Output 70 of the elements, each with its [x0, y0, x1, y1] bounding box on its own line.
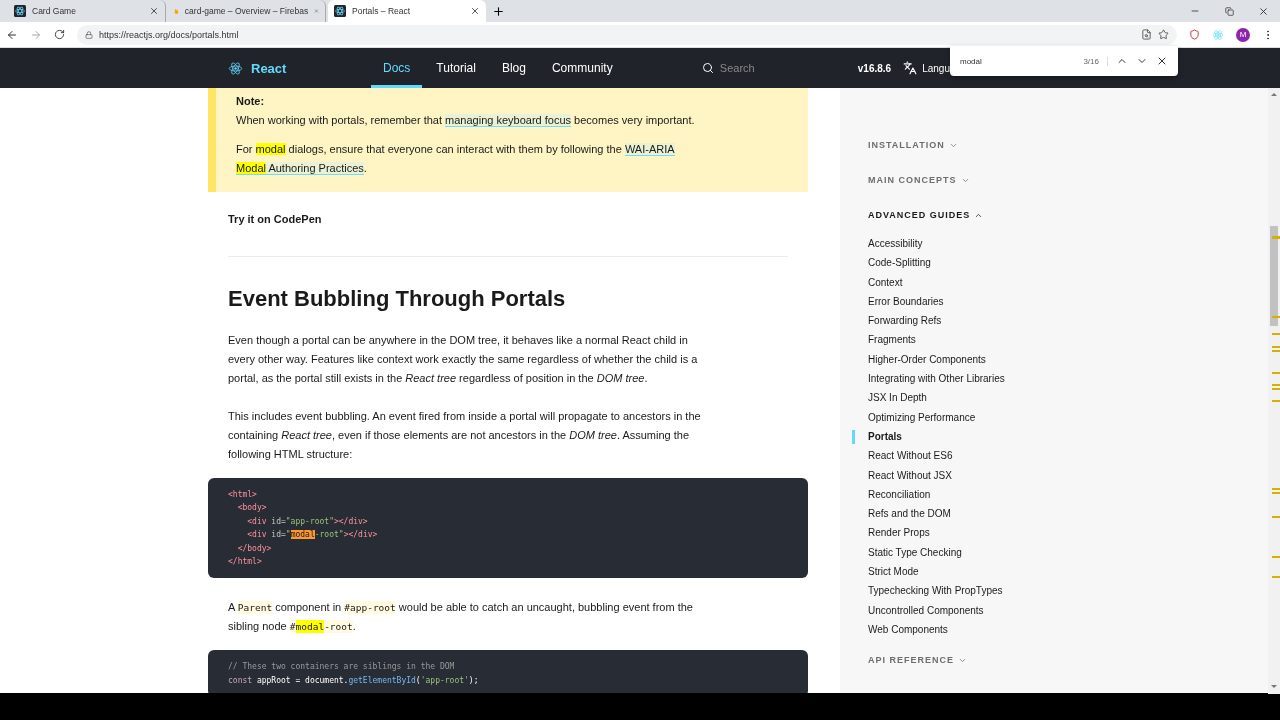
sidebar-item[interactable]: Fragments [868, 330, 916, 350]
close-icon[interactable] [1257, 5, 1269, 17]
find-icon[interactable] [1141, 29, 1152, 40]
search-icon [701, 62, 714, 74]
sidebar-item[interactable]: Refs and the DOM [868, 504, 951, 524]
close-icon[interactable] [149, 6, 159, 16]
text-link[interactable]: Modal [236, 162, 266, 175]
sidebar-section[interactable]: ADVANCED GUIDES [868, 208, 984, 222]
sidebar-item[interactable]: Accessibility [868, 234, 923, 254]
profile-avatar[interactable]: M [1236, 27, 1250, 42]
sidebar-section[interactable]: MAIN CONCEPTS [868, 173, 970, 187]
scrollbar[interactable] [1268, 88, 1280, 694]
sidebar-item[interactable]: Code-Splitting [868, 253, 931, 273]
section-heading: Event Bubbling Through Portals [228, 285, 567, 313]
sidebar-item[interactable]: Web Components [868, 619, 948, 640]
translate-icon[interactable] [903, 61, 918, 75]
nav-link[interactable]: Community [539, 48, 625, 88]
version-label[interactable]: v16.8.6 [857, 62, 892, 74]
sidebar-item[interactable]: React Without JSX [868, 465, 952, 485]
close-icon[interactable] [1156, 55, 1168, 67]
sidebar-item[interactable]: React Without ES6 [868, 446, 953, 466]
nav-link[interactable]: Blog [489, 48, 538, 88]
atom-icon [1212, 28, 1224, 41]
sidebar-section[interactable]: INSTALLATION [868, 138, 958, 152]
atom-icon [334, 5, 346, 17]
find-field[interactable]: modal [960, 56, 1076, 66]
sidebar-item[interactable]: Strict Mode [868, 562, 919, 582]
sidebar-section[interactable]: API REFERENCE [868, 653, 967, 668]
sidebar-item[interactable]: Integrating with Other Libraries [868, 369, 1005, 389]
lock-icon [85, 30, 93, 39]
react-logo-icon [228, 60, 243, 76]
sidebar-item[interactable]: Context [868, 272, 903, 292]
sidebar-item[interactable]: Forwarding Refs [868, 311, 942, 331]
sidebar-item[interactable]: Static Type Checking [868, 542, 962, 563]
sidebar-item[interactable]: Uncontrolled Components [868, 600, 984, 620]
atom-icon [14, 5, 26, 17]
close-icon[interactable] [470, 6, 480, 16]
code-block: <html> <body> <div id="app-root"></div> <div id="modal-root"></div> </body> </html> [208, 478, 808, 579]
sidebar-item[interactable]: Typechecking With PropTypes [868, 581, 1003, 601]
reload-icon[interactable] [54, 29, 65, 40]
nav-link[interactable]: Docs [371, 48, 423, 88]
back-icon[interactable] [6, 28, 18, 41]
selection-indicator [852, 429, 855, 444]
nav-link[interactable]: Tutorial [424, 48, 488, 88]
codepen-link[interactable]: Try it on CodePen [228, 213, 840, 225]
paragraph: This includes event bubbling. An event fired from inside a portal will propagate to ancestors in the containing React tree, even if those elements are not ancestors in the DOM tree. Assuming the following HTML structure: [228, 409, 702, 462]
sidebar-item[interactable]: JSX In Depth [868, 388, 927, 408]
sidebar-item[interactable]: Higher-Order Components [868, 349, 986, 370]
search-field[interactable]: Search [701, 62, 852, 74]
note-title: Note: [236, 94, 266, 109]
sidebar-item[interactable]: Reconciliation [868, 484, 931, 505]
new-tab-icon[interactable] [492, 4, 505, 18]
match-count: 3/16 [1083, 56, 1108, 66]
sidebar-item[interactable]: Portals [868, 426, 902, 447]
sidebar-item[interactable]: Optimizing Performance [868, 407, 976, 427]
sidebar-item[interactable]: Render Props [868, 523, 930, 543]
note-text: For modal dialogs, ensure that everyone can interact with them by following the WAI-ARIA Modal Authoring Practices. [236, 142, 676, 177]
star-icon[interactable] [1158, 29, 1169, 40]
sidebar-item[interactable]: Error Boundaries [868, 291, 944, 312]
text-link[interactable]: managing keyboard focus [445, 114, 572, 127]
note-text: When working with portals, remember that managing keyboard focus becomes very important. [236, 113, 696, 129]
paragraph: Even though a portal can be anywhere in the DOM tree, it behaves like a normal React child in every other way. Features like context work exactly the same regardless of whether the child is a portal, as the portal still exists in the React tree regardless of position in the DOM tree. [228, 333, 699, 386]
text-link[interactable]: Authoring Practices [265, 162, 364, 175]
browser-tab[interactable]: Portals – React [328, 0, 486, 22]
language-link[interactable]: Langu [922, 62, 950, 74]
react-logo[interactable]: React [228, 60, 371, 76]
text-link[interactable]: WAI-ARIA [624, 143, 675, 156]
shield-icon[interactable] [1189, 29, 1200, 40]
restore-icon[interactable] [1224, 6, 1234, 16]
address-field[interactable]: https://reactjs.org/docs/portals.html [77, 24, 1177, 45]
